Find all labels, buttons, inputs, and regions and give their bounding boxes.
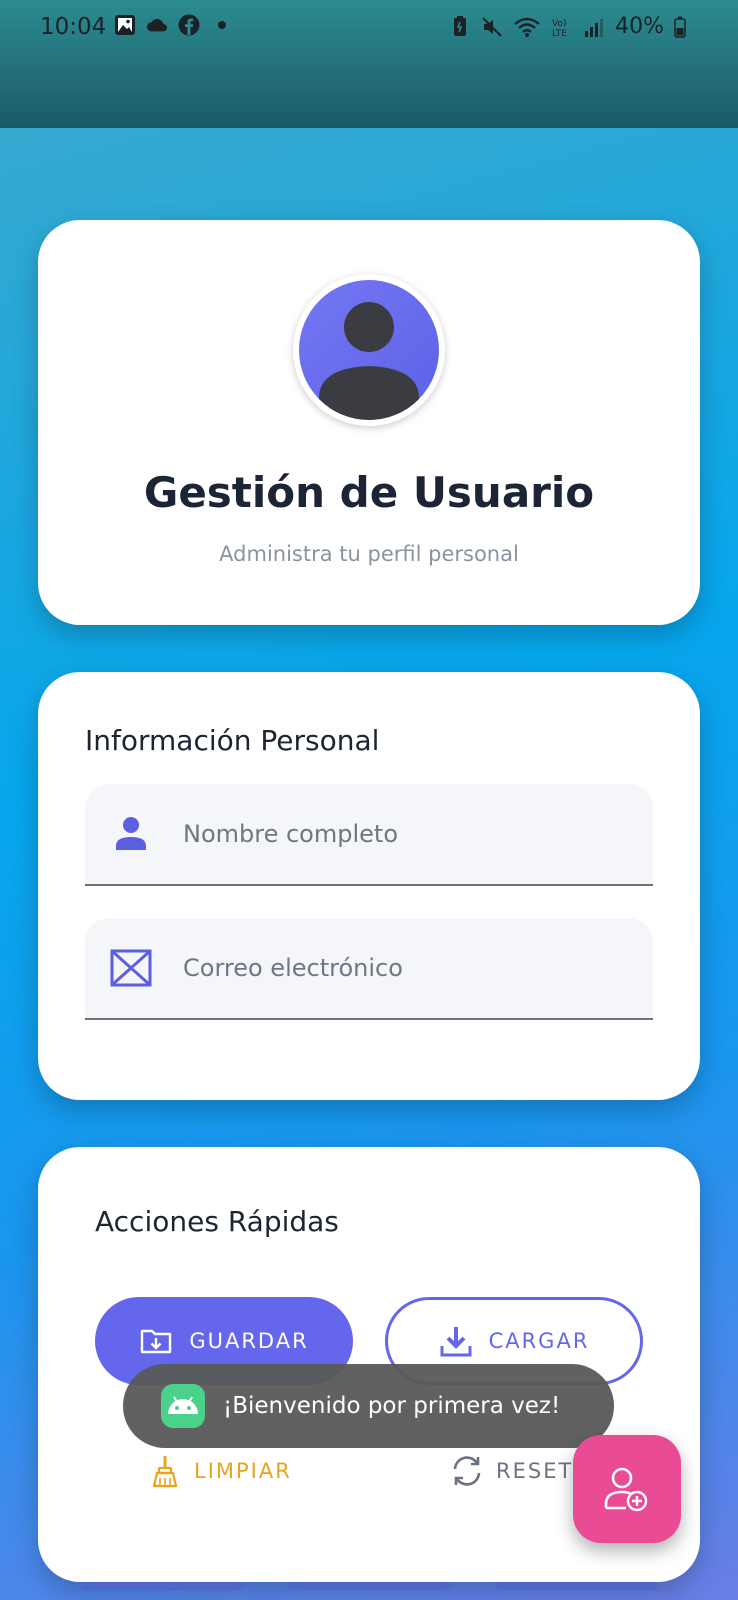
download-icon bbox=[440, 1327, 472, 1357]
status-time: 10:04 bbox=[40, 14, 107, 40]
person-icon bbox=[319, 302, 419, 420]
profile-card: Gestión de Usuario Administra tu perfil … bbox=[38, 220, 700, 625]
person-icon bbox=[116, 817, 146, 850]
refresh-icon bbox=[453, 1456, 481, 1486]
status-icons-left bbox=[114, 14, 226, 36]
status-bar: 10:04 Vo) LTE 40% bbox=[0, 0, 738, 128]
reset-button-label: RESET bbox=[496, 1459, 574, 1483]
clear-button[interactable]: LIMPIAR bbox=[148, 1443, 292, 1499]
bottom-bars bbox=[0, 1582, 738, 1600]
facebook-icon bbox=[178, 14, 200, 36]
avatar-circle bbox=[299, 280, 439, 420]
add-user-icon bbox=[604, 1467, 648, 1512]
clear-button-label: LIMPIAR bbox=[194, 1459, 292, 1483]
bottom-bar bbox=[495, 1582, 657, 1590]
email-field[interactable] bbox=[85, 918, 653, 1020]
name-input[interactable] bbox=[183, 784, 623, 884]
status-icons-right: Vo) LTE 40% bbox=[449, 14, 686, 39]
quick-actions-title: Acciones Rápidas bbox=[95, 1205, 339, 1238]
email-input[interactable] bbox=[183, 918, 623, 1018]
folder-download-icon bbox=[141, 1329, 172, 1354]
personal-info-card: Información Personal bbox=[38, 672, 700, 1100]
battery-icon bbox=[674, 16, 686, 38]
battery-percentage: 40% bbox=[615, 14, 664, 39]
bottom-bar bbox=[288, 1582, 450, 1590]
mute-icon bbox=[482, 16, 502, 37]
personal-info-title: Información Personal bbox=[85, 724, 380, 757]
cloud-icon bbox=[146, 18, 168, 32]
page-title: Gestión de Usuario bbox=[143, 468, 595, 517]
toast: ¡Bienvenido por primera vez! bbox=[123, 1364, 614, 1448]
page-subtitle: Administra tu perfil personal bbox=[219, 542, 519, 566]
android-icon bbox=[161, 1384, 205, 1428]
wifi-icon bbox=[514, 17, 540, 37]
load-button-label: CARGAR bbox=[488, 1329, 590, 1353]
add-user-button[interactable] bbox=[573, 1435, 681, 1543]
bottom-bar bbox=[82, 1582, 244, 1590]
svg-text:Vo): Vo) bbox=[552, 19, 566, 29]
toast-message: ¡Bienvenido por primera vez! bbox=[223, 1393, 561, 1419]
name-field[interactable] bbox=[85, 784, 653, 886]
notification-dot-icon bbox=[218, 21, 226, 29]
reset-button[interactable]: RESET bbox=[450, 1443, 573, 1499]
signal-icon bbox=[585, 18, 604, 37]
avatar[interactable] bbox=[293, 274, 445, 426]
save-button-label: GUARDAR bbox=[189, 1329, 309, 1353]
battery-saver-icon bbox=[454, 15, 467, 36]
svg-text:LTE: LTE bbox=[552, 29, 567, 38]
mail-icon bbox=[110, 949, 152, 987]
volte-icon: Vo)LTE bbox=[552, 19, 567, 38]
gallery-icon bbox=[115, 15, 135, 35]
broom-icon bbox=[152, 1456, 178, 1488]
